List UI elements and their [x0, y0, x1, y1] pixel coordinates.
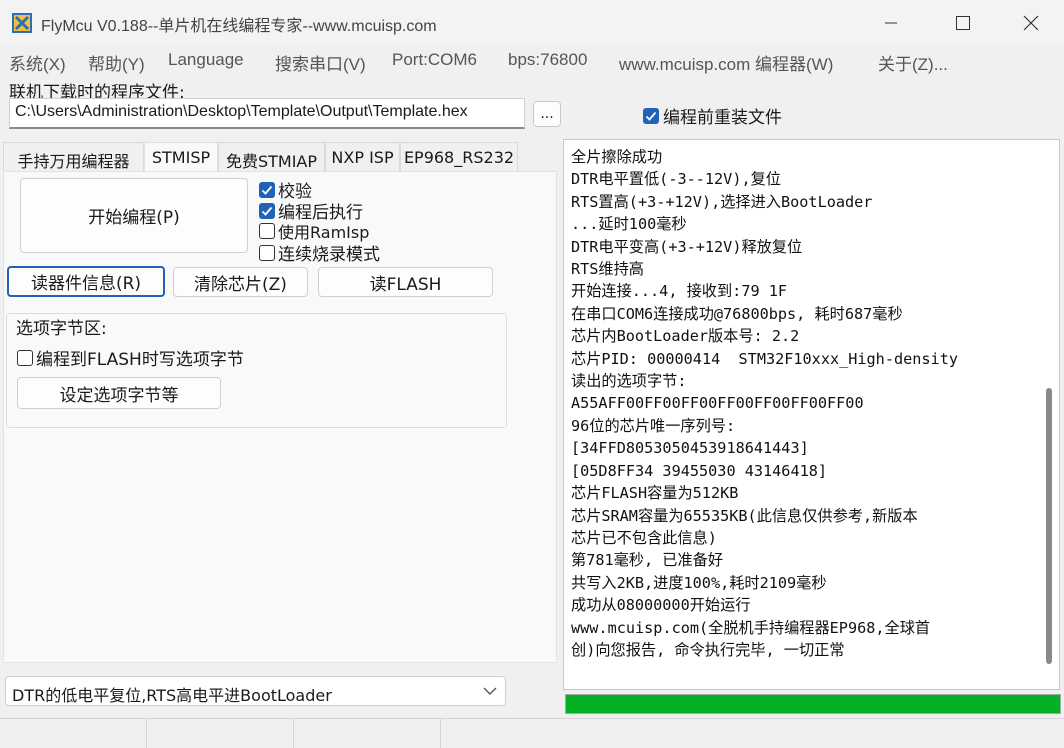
option-bytes-title: 选项字节区: — [16, 319, 107, 339]
read-flash-button[interactable]: 读FLASH — [318, 267, 493, 297]
progress-bar — [565, 694, 1061, 714]
log-line: ...延时100毫秒 — [571, 215, 687, 234]
menu-system[interactable]: 系统(X) — [9, 50, 66, 75]
status-cell — [147, 718, 294, 748]
log-line: 芯片FLASH容量为512KB — [571, 484, 739, 503]
log-lines: 全片擦除成功 DTR电平置低(-3--12V),复位 RTS置高(+3-+12V),… — [571, 146, 958, 661]
menu-language[interactable]: Language — [168, 50, 244, 70]
log-line: RTS置高(+3-+12V),选择进入BootLoader — [571, 192, 873, 211]
tab-ep968-rs232[interactable]: EP968_RS232 — [400, 142, 518, 171]
tab-nxp-isp[interactable]: NXP ISP — [325, 142, 400, 171]
log-line: 96位的芯片唯一序列号: — [571, 416, 736, 435]
menu-help[interactable]: 帮助(Y) — [88, 50, 145, 75]
log-line: 芯片内BootLoader版本号: 2.2 — [571, 327, 800, 346]
checkbox-unchecked-icon — [259, 223, 275, 239]
log-line: DTR电平变高(+3-+12V)释放复位 — [571, 237, 803, 256]
menu-port[interactable]: Port:COM6 — [392, 50, 477, 70]
tab-stmisp[interactable]: STMISP — [144, 142, 218, 171]
log-line: 共写入2KB,进度100%,耗时2109毫秒 — [571, 573, 827, 592]
start-programming-button[interactable]: 开始编程(P) — [20, 178, 248, 253]
log-line: www.mcuisp.com(全脱机手持编程器EP968,全球首 — [571, 618, 931, 637]
log-line: 全片擦除成功 — [571, 148, 663, 166]
file-path-input[interactable]: C:\Users\Administration\Desktop\Template… — [9, 98, 525, 129]
continuous-mode-checkbox[interactable]: 连续烧录模式 — [259, 240, 380, 265]
log-line: DTR电平置低(-3--12V),复位 — [571, 170, 781, 189]
maximize-button[interactable] — [932, 0, 994, 46]
menu-about[interactable]: 关于(Z)... — [878, 50, 948, 75]
reset-mode-value: DTR的低电平复位,RTS高电平进BootLoader — [12, 686, 332, 705]
log-line: 芯片已不包含此信息) — [571, 528, 717, 547]
minimize-button[interactable] — [860, 0, 922, 46]
maximize-icon — [956, 16, 970, 30]
log-line: RTS维持高 — [571, 260, 644, 279]
log-line: 读出的选项字节: — [571, 372, 687, 391]
reload-file-label: 编程前重装文件 — [663, 108, 782, 128]
status-cell — [0, 718, 147, 748]
erase-chip-button[interactable]: 清除芯片(Z) — [173, 267, 308, 297]
menu-search-port[interactable]: 搜索串口(V) — [275, 50, 366, 75]
checkbox-unchecked-icon — [259, 244, 275, 261]
log-line: 在串口COM6连接成功@76800bps, 耗时687毫秒 — [571, 304, 903, 323]
tab-handheld-programmer[interactable]: 手持万用编程器 — [3, 142, 144, 171]
reset-mode-select[interactable]: DTR的低电平复位,RTS高电平进BootLoader — [5, 676, 506, 706]
reload-file-checkbox[interactable]: 编程前重装文件 — [643, 103, 782, 128]
menu-programmer[interactable]: www.mcuisp.com 编程器(W) — [619, 50, 833, 75]
menu-bps[interactable]: bps:76800 — [508, 50, 587, 70]
browse-button[interactable]: ... — [533, 101, 561, 127]
minimize-icon — [885, 22, 897, 24]
read-device-info-button[interactable]: 读器件信息(R) — [7, 266, 165, 297]
log-line: 开始连接...4, 接收到:79 1F — [571, 282, 788, 301]
log-line: A55AFF00FF00FF00FF00FF00FF00FF00 — [571, 394, 864, 413]
close-icon — [1023, 15, 1039, 31]
log-line: 芯片PID: 00000414 STM32F10xxx_High-density — [571, 349, 958, 368]
checkbox-checked-icon — [259, 181, 275, 198]
log-line: 创)向您报告, 命令执行完毕, 一切正常 — [571, 640, 845, 659]
log-line: 芯片SRAM容量为65535KB(此信息仅供参考,新版本 — [571, 506, 918, 525]
app-icon — [12, 13, 32, 33]
write-option-bytes-checkbox[interactable]: 编程到FLASH时写选项字节 — [17, 345, 244, 370]
log-line: 第781毫秒, 已准备好 — [571, 551, 724, 570]
close-button[interactable] — [1000, 0, 1062, 46]
log-line: [34FFD8053050453918641443] — [571, 439, 809, 458]
continuous-mode-label: 连续烧录模式 — [278, 245, 380, 265]
checkbox-unchecked-icon — [17, 349, 33, 366]
log-line: [05D8FF34 39455030 43146418] — [571, 461, 828, 480]
checkbox-checked-icon — [643, 107, 659, 124]
checkbox-checked-icon — [259, 202, 275, 219]
set-option-bytes-button[interactable]: 设定选项字节等 — [17, 377, 221, 409]
status-cell — [294, 718, 441, 748]
write-option-bytes-label: 编程到FLASH时写选项字节 — [36, 350, 244, 370]
log-output[interactable]: 全片擦除成功 DTR电平置低(-3--12V),复位 RTS置高(+3-+12V),… — [563, 139, 1060, 690]
window-title: FlyMcu V0.188--单片机在线编程专家--www.mcuisp.com — [41, 18, 437, 35]
chevron-down-icon — [483, 687, 497, 695]
log-line: 成功从08000000开始运行 — [571, 596, 751, 615]
log-scrollbar[interactable] — [1046, 388, 1052, 664]
tab-free-stmiap[interactable]: 免费STMIAP — [218, 142, 325, 171]
